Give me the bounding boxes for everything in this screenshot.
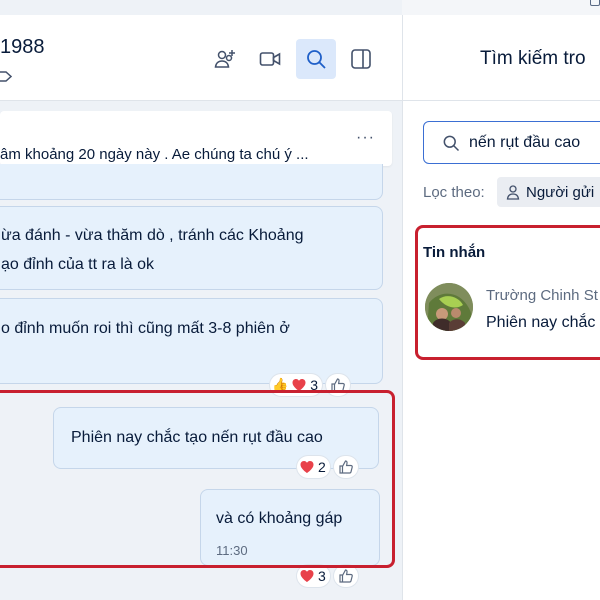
reaction-bar[interactable]: 2: [297, 456, 358, 478]
result-sender-name[interactable]: Trường Chinh St: [486, 287, 598, 304]
avatar[interactable]: [425, 283, 473, 331]
like-icon: [331, 378, 345, 392]
conversation-title[interactable]: 1988: [0, 36, 45, 59]
heart-icon: [300, 461, 314, 473]
message-text: ừa đánh - vừa thăm dò , tránh các Khoảng: [1, 227, 304, 244]
like-button[interactable]: [325, 374, 350, 396]
tag-icon[interactable]: [0, 71, 12, 82]
search-toggle-button[interactable]: [296, 39, 336, 79]
window-control-icon[interactable]: [590, 0, 600, 6]
reaction-chip[interactable]: 3: [297, 565, 330, 587]
video-call-button[interactable]: [250, 39, 290, 79]
search-icon: [443, 135, 460, 152]
reaction-bar[interactable]: 👍 3: [270, 374, 350, 396]
reaction-chip[interactable]: 👍 3: [270, 374, 322, 396]
add-member-button[interactable]: [205, 39, 245, 79]
message-text: ạo đỉnh của tt ra là ok: [1, 256, 154, 273]
chat-header: 1988: [0, 15, 402, 101]
reaction-bar[interactable]: 3: [297, 565, 358, 587]
search-box[interactable]: [423, 121, 600, 164]
side-panel-icon: [351, 49, 371, 69]
side-panel-button[interactable]: [341, 39, 381, 79]
heart-icon: [292, 379, 306, 391]
like-button[interactable]: [333, 565, 358, 587]
like-icon: [339, 460, 353, 474]
message-text: Phiên nay chắc tạo nến rụt đầu cao: [71, 429, 323, 446]
search-panel: Tìm kiếm tro Lọc theo: Người gửi Tin nhắ…: [403, 15, 600, 600]
person-icon: [506, 185, 520, 200]
message-text: và có khoảng gáp: [216, 510, 343, 527]
filter-sender-button[interactable]: Người gửi: [497, 177, 600, 207]
thumbs-up-emoji-icon: 👍: [272, 377, 289, 392]
chat-pane: 1988 ··· âm khoảng 20 ngày này . Ae chún…: [0, 0, 402, 600]
heart-icon: [300, 570, 314, 582]
message-bubble[interactable]: [0, 164, 383, 200]
message-bubble[interactable]: ừa đánh - vừa thăm dò , tránh các Khoảng…: [0, 206, 383, 290]
video-camera-icon: [259, 52, 281, 66]
more-options-icon[interactable]: ···: [356, 129, 375, 147]
result-snippet[interactable]: Phiên nay chắc: [486, 314, 595, 332]
divider: [403, 100, 600, 101]
reaction-count: 3: [318, 568, 326, 584]
search-input[interactable]: [469, 134, 600, 152]
filter-chip-label: Người gửi: [526, 184, 595, 201]
reaction-count: 2: [318, 459, 326, 475]
reaction-chip[interactable]: 2: [297, 456, 330, 478]
reaction-count: 3: [310, 377, 318, 393]
message-time: 11:30: [216, 543, 248, 558]
like-button[interactable]: [333, 456, 358, 478]
like-icon: [339, 569, 353, 583]
message-bubble[interactable]: và có khoảng gáp 11:30: [200, 489, 380, 566]
message-bubble[interactable]: o đỉnh muốn roi thì cũng mất 3-8 phiên ở: [0, 298, 383, 384]
message-text: o đỉnh muốn roi thì cũng mất 3-8 phiên ở: [1, 320, 290, 337]
results-heading: Tin nhắn: [423, 244, 486, 261]
pinned-message-text: âm khoảng 20 ngày này . Ae chúng ta chú …: [0, 146, 309, 163]
search-panel-title: Tìm kiếm tro: [480, 48, 586, 69]
search-icon: [307, 50, 326, 69]
add-member-icon: [214, 50, 235, 68]
filter-label: Lọc theo:: [423, 184, 485, 201]
avatar-image: [425, 283, 473, 331]
